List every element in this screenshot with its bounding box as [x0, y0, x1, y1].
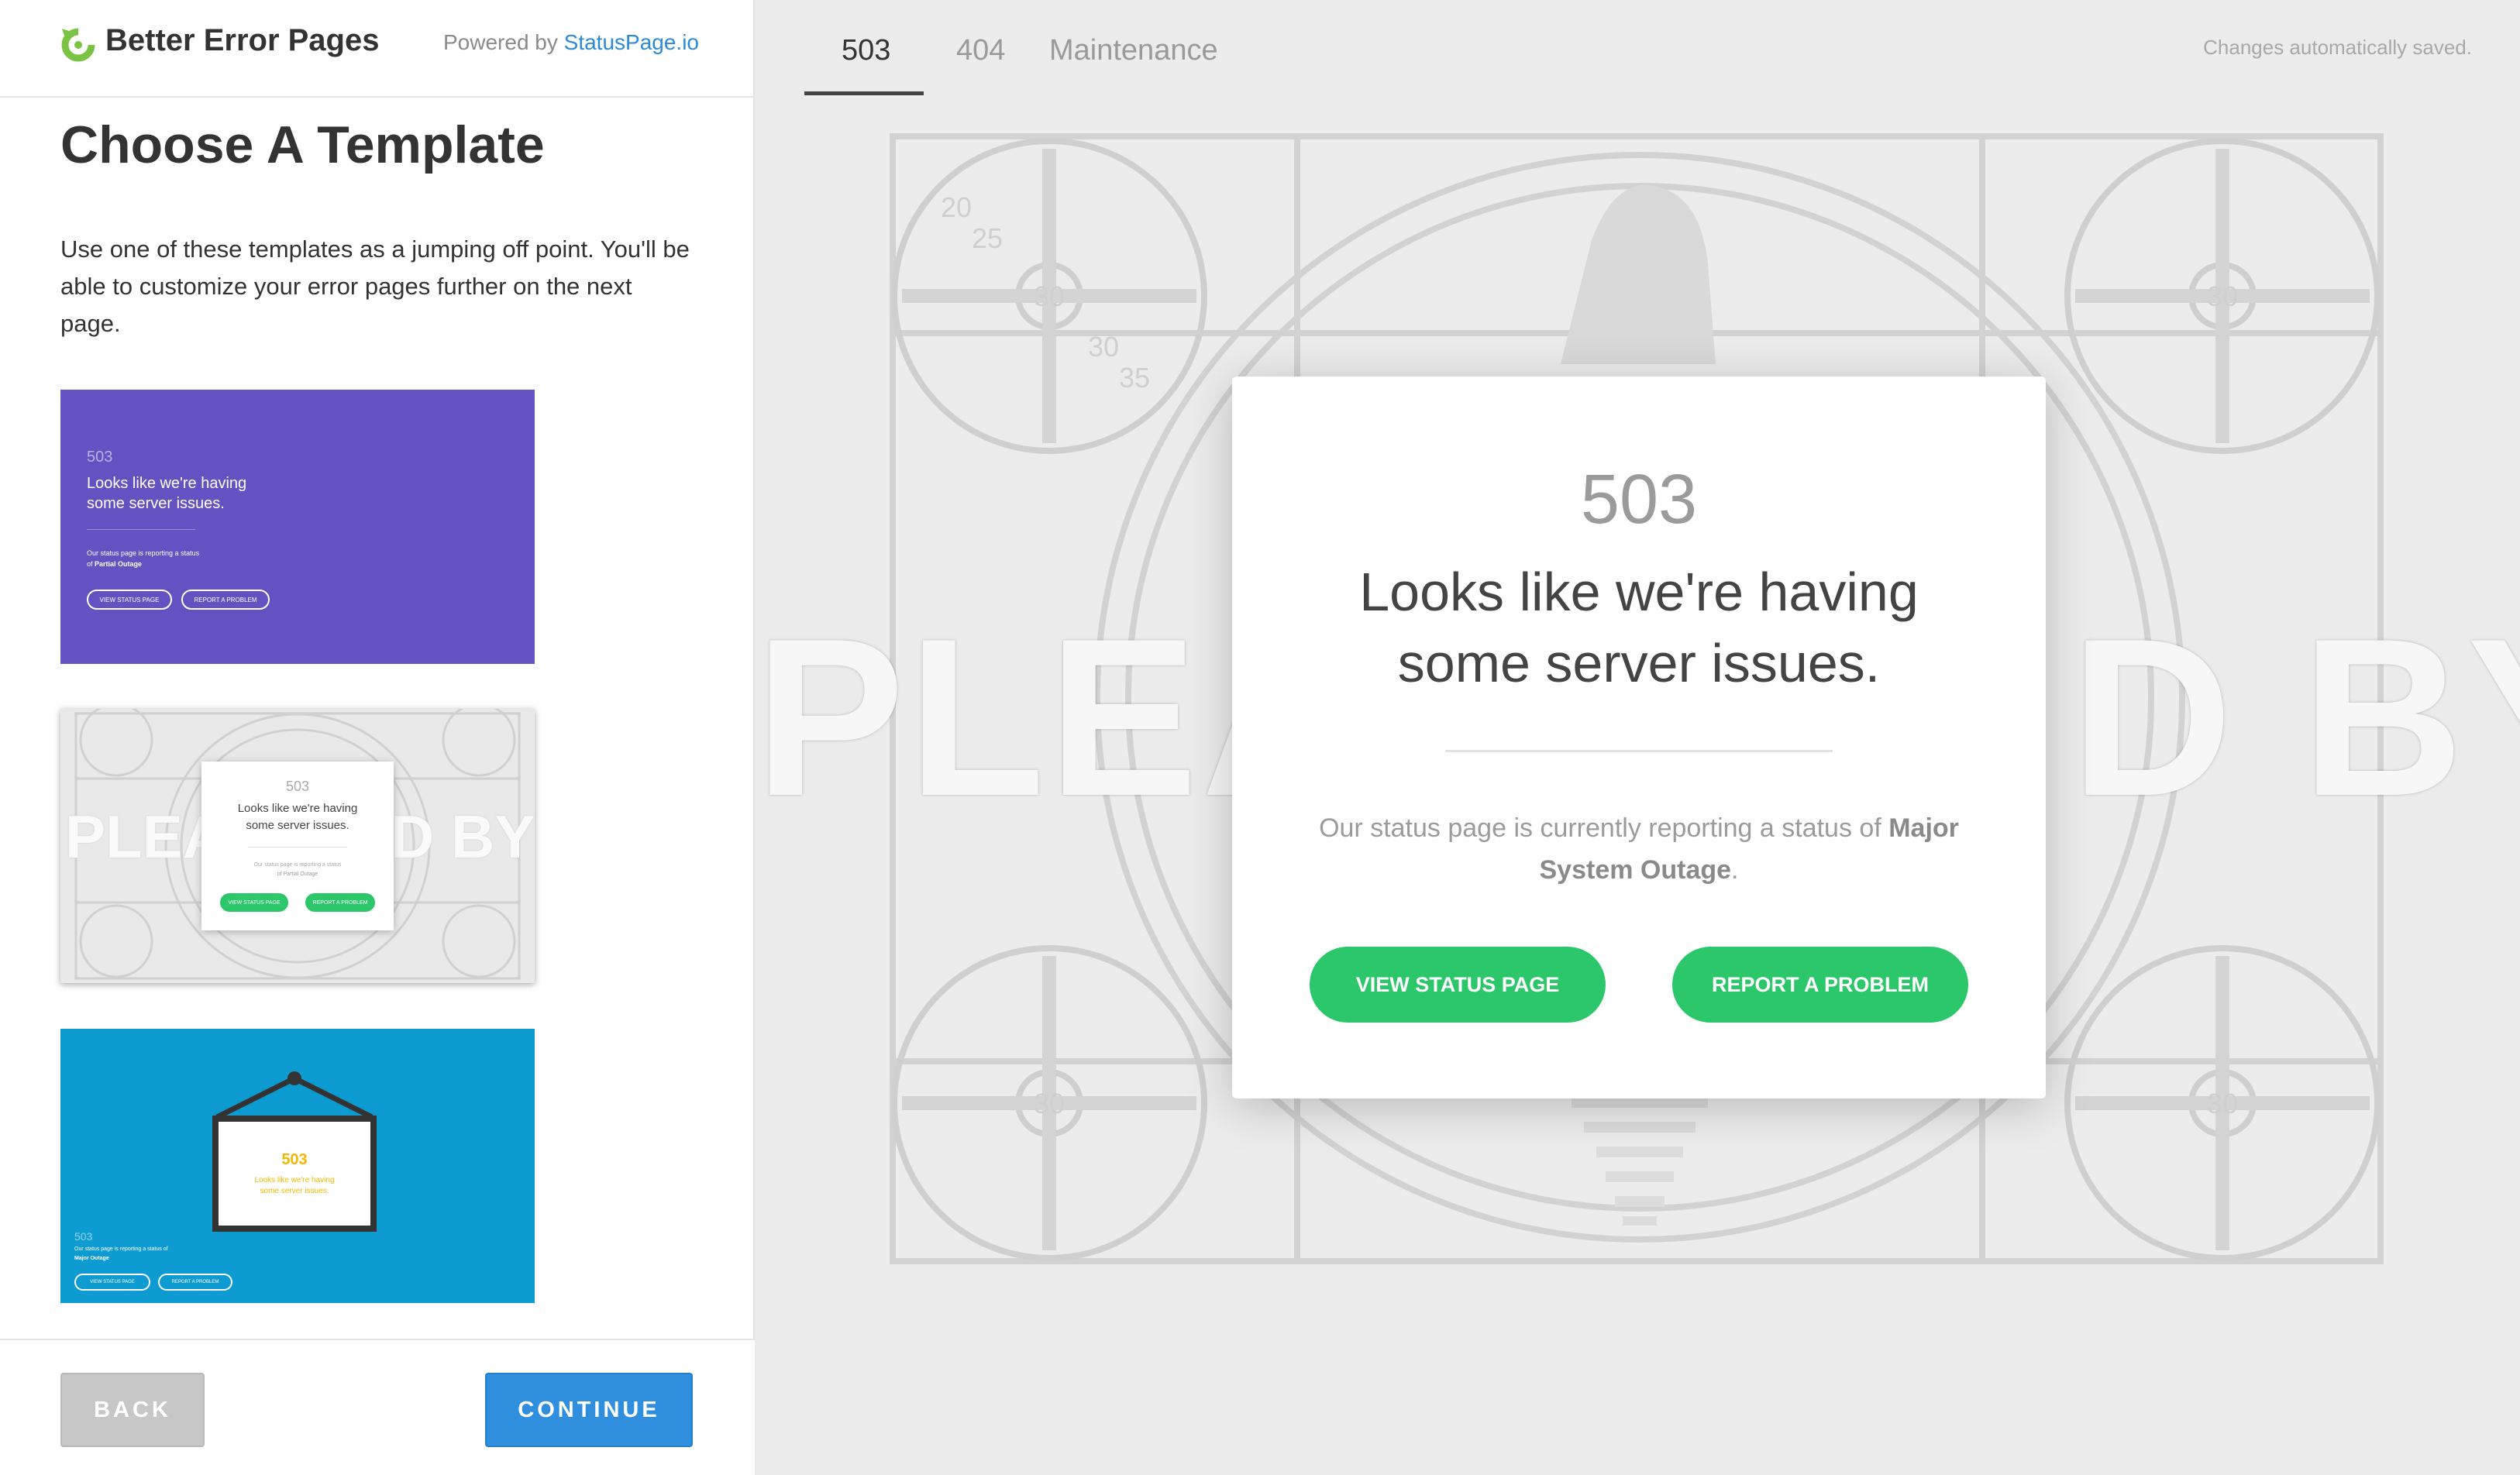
status-prefix: Our status page is currently reporting a…: [1319, 813, 1881, 843]
error-code: 503: [1580, 461, 1698, 538]
template-code: 503: [87, 449, 113, 466]
status-suffix: .: [1731, 855, 1739, 885]
template-code: 503: [74, 1230, 93, 1243]
pattern-number-30: 30: [2207, 280, 2238, 312]
template-sign-code: 503: [281, 1151, 308, 1168]
error-headline-line-2: some server issues.: [1397, 633, 1881, 693]
template-status-bold: Partial Outage: [95, 560, 143, 568]
pattern-number-30: 30: [1034, 1088, 1065, 1119]
tab-404[interactable]: 404: [956, 34, 1005, 67]
template-preview-card: 503 Looks like we're having some server …: [201, 762, 394, 930]
template-card-purple[interactable]: 503 Looks like we're having some server …: [60, 390, 535, 664]
powered-by: Powered by StatusPage.io: [443, 30, 699, 55]
template-sign-headline-1: Looks like we're having: [254, 1176, 335, 1184]
template-report-button: REPORT A PROBLEM: [181, 590, 270, 610]
template-sign-frame: 503 Looks like we're having some server …: [212, 1116, 377, 1232]
template-divider: [87, 529, 195, 530]
autosave-status: Changes automatically saved.: [2203, 36, 2472, 59]
template-status-value: of Partial Outage: [277, 872, 318, 877]
template-card-blue[interactable]: 503 Looks like we're having some server …: [60, 1029, 535, 1303]
template-report-button: REPORT A PROBLEM: [305, 893, 375, 912]
error-status-message: Our status page is currently reporting a…: [1310, 807, 1968, 891]
pattern-number-30: 30: [2207, 1088, 2238, 1119]
template-divider: [248, 847, 347, 848]
brand-name: Better Error Pages: [105, 23, 380, 57]
watermark-right: D BY: [2071, 592, 2520, 843]
back-button[interactable]: BACK: [60, 1373, 205, 1447]
error-divider: [1445, 750, 1833, 752]
template-card-testpattern[interactable]: PLEA D BY 503 Looks like we're having so…: [60, 709, 535, 983]
preview-pane: 503 404 Maintenance Changes automaticall…: [755, 0, 2520, 1475]
report-problem-button[interactable]: REPORT A PROBLEM: [1672, 947, 1968, 1023]
statuspage-link[interactable]: StatusPage.io: [564, 30, 699, 54]
template-status-line: Our status page is reporting a status: [253, 862, 342, 868]
template-headline-2: some server issues.: [246, 819, 349, 832]
view-status-page-button[interactable]: VIEW STATUS PAGE: [1310, 947, 1606, 1023]
template-sidebar: Better Error Pages Powered by StatusPage…: [0, 0, 755, 1475]
pattern-number-35: 35: [1119, 362, 1150, 394]
error-page-card: 503 Looks like we're having some server …: [1232, 376, 2046, 1099]
template-code: 503: [285, 779, 310, 794]
template-headline-1: Looks like we're having: [87, 475, 247, 492]
template-status-value: Major Outage: [74, 1256, 109, 1261]
active-tab-indicator: [804, 91, 924, 95]
template-status-value: of Partial Outage: [87, 559, 142, 569]
powered-by-label: Powered by: [443, 30, 558, 54]
template-view-status-button: VIEW STATUS PAGE: [220, 893, 288, 912]
template-view-status-button: VIEW STATUS PAGE: [87, 590, 172, 610]
tab-maintenance[interactable]: Maintenance: [1049, 34, 1218, 67]
page-title: Choose A Template: [60, 115, 545, 174]
pattern-number-20: 20: [941, 191, 972, 223]
page-description: Use one of these templates as a jumping …: [60, 236, 690, 337]
template-status-prefix: of: [87, 560, 93, 568]
pattern-number-25: 25: [972, 222, 1003, 254]
template-headline-2: some server issues.: [87, 495, 225, 512]
indian-head-icon: [1561, 184, 1716, 364]
refresh-logo-icon: [61, 28, 95, 62]
pattern-number-30: 30: [1088, 331, 1119, 363]
continue-button[interactable]: CONTINUE: [485, 1373, 693, 1447]
template-status-line: Our status page is reporting a status of: [74, 1246, 168, 1252]
sidebar-footer: BACK CONTINUE: [0, 1339, 755, 1475]
error-headline-line-1: Looks like we're having: [1359, 562, 1919, 622]
pattern-number-30: 30: [1034, 280, 1065, 312]
brand-header: Better Error Pages Powered by StatusPage…: [0, 0, 755, 98]
error-headline: Looks like we're having some server issu…: [1232, 556, 2046, 699]
template-watermark-right: D BY: [391, 803, 535, 871]
template-status-line: Our status page is reporting a status: [87, 549, 200, 557]
tab-503[interactable]: 503: [842, 34, 890, 67]
template-sign-headline-2: some server issues.: [260, 1187, 329, 1195]
template-report-button: REPORT A PROBLEM: [158, 1274, 232, 1291]
template-headline-1: Looks like we're having: [237, 802, 358, 815]
template-view-status-button: VIEW STATUS PAGE: [74, 1274, 150, 1291]
